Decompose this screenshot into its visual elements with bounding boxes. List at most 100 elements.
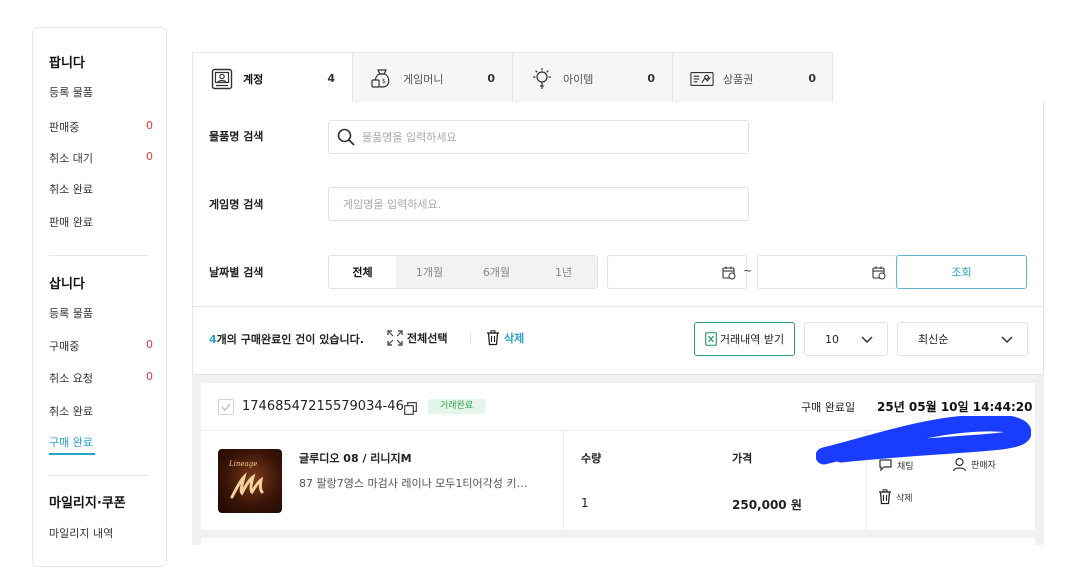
quantity-header: 수량 [581, 452, 602, 465]
tab-gift-card[interactable]: 상품권 0 [673, 53, 833, 104]
tab-account[interactable]: 계정 4 [193, 53, 353, 104]
game-search-field[interactable] [328, 187, 749, 221]
redaction-mark [816, 416, 1031, 465]
trash-icon [879, 489, 891, 505]
product-search-label: 물품명 검색 [209, 130, 264, 143]
divider [193, 306, 1044, 307]
period-1-year[interactable]: 1년 [530, 256, 597, 288]
tab-count: 0 [487, 72, 495, 85]
order-card [201, 538, 1035, 545]
calendar-icon[interactable] [722, 265, 736, 280]
quantity-value: 1 [581, 496, 589, 510]
sort-value: 최신순 [918, 333, 949, 346]
product-name[interactable]: 글루디오 08 / 리니지M [299, 450, 412, 466]
game-search-input[interactable] [343, 197, 748, 211]
game-search-label: 게임명 검색 [209, 198, 264, 211]
category-tabs: 계정 4 $ 게임머니 0 아이템 0 상품권 0 [192, 52, 833, 104]
sidebar-item-sold[interactable]: 판매 완료 [49, 214, 153, 230]
tab-game-money[interactable]: $ 게임머니 0 [353, 53, 513, 104]
count-badge: 0 [146, 150, 153, 163]
tab-count: 4 [327, 72, 335, 85]
select-all-label: 전체선택 [407, 332, 448, 345]
count-badge: 0 [146, 338, 153, 351]
calendar-icon[interactable] [872, 265, 886, 280]
tab-label: 게임머니 [403, 72, 444, 86]
excel-icon [704, 332, 717, 346]
trash-icon [486, 330, 500, 346]
chevron-down-icon [861, 334, 873, 347]
sidebar-item-purchase-complete[interactable]: 구매 완료 [49, 434, 95, 455]
completion-date: 25년 05월 10일 14:44:20 [877, 400, 1033, 414]
period-6-months[interactable]: 6개월 [463, 256, 530, 288]
sidebar-item-sell-registered[interactable]: 등록 물품 [49, 84, 153, 100]
sell-section-title: 팝니다 [49, 56, 85, 71]
completion-date-label: 구매 완료일 [801, 401, 856, 414]
select-all-button[interactable]: 전체선택 [387, 330, 447, 346]
delete-order-button[interactable]: 삭제 [878, 489, 913, 505]
download-history-button[interactable]: 거래내역 받기 [694, 322, 795, 356]
svg-text:$: $ [382, 78, 386, 85]
search-button[interactable]: 조회 [896, 255, 1027, 289]
page-size-select[interactable]: 10 [804, 322, 888, 356]
period-1-month[interactable]: 1개월 [396, 256, 463, 288]
sidebar-item-buy-cancel-request[interactable]: 취소 요청 0 [49, 370, 153, 386]
bulk-delete-button[interactable]: 삭제 [486, 330, 524, 346]
product-description: 87 팔랑7영스 마검사 레이나 모두1티어각성 키… [299, 477, 528, 490]
tab-count: 0 [808, 72, 816, 85]
status-badge: 거래완료 [428, 399, 486, 414]
start-date-field[interactable] [607, 255, 747, 289]
sidebar-item-buying[interactable]: 구매중 0 [49, 338, 153, 354]
result-summary: 4개의 구매완료인 건이 있습니다. [209, 331, 364, 347]
price-header: 가격 [732, 452, 753, 465]
sidebar-item-selling[interactable]: 판매중 0 [49, 119, 153, 135]
date-range-tilde: ~ [743, 264, 753, 277]
date-search-label: 날짜별 검색 [209, 266, 264, 279]
sidebar: 팝니다 등록 물품 판매중 0 취소 대기 0 취소 완료 판매 완료 삽니다 등록… [32, 27, 167, 567]
svg-text:Lineage: Lineage [228, 460, 257, 468]
check-icon [221, 403, 231, 411]
result-count: 4 [209, 333, 217, 346]
tab-label: 아이템 [563, 72, 594, 86]
sidebar-item-mileage-history[interactable]: 마일리지 내역 [49, 525, 153, 541]
divider [49, 255, 149, 256]
bulk-delete-label: 삭제 [504, 332, 525, 345]
expand-icon [387, 330, 403, 346]
divider [470, 332, 471, 344]
delete-order-label: 삭제 [896, 493, 913, 504]
sidebar-item-sell-cancel-done[interactable]: 취소 완료 [49, 181, 153, 197]
sort-select[interactable]: 최신순 [897, 322, 1028, 356]
money-bag-icon: $ [370, 67, 394, 91]
product-search-input[interactable] [362, 130, 748, 144]
divider [49, 475, 149, 476]
tab-count: 0 [647, 72, 655, 85]
download-history-label: 거래내역 받기 [719, 333, 785, 346]
gift-card-icon [690, 67, 714, 91]
result-summary-text: 개의 구매완료인 건이 있습니다. [216, 333, 364, 346]
item-icon [530, 67, 554, 91]
order-checkbox[interactable] [218, 399, 234, 415]
account-icon [210, 67, 234, 91]
mileage-section-title: 마일리지·쿠폰 [49, 496, 126, 511]
search-icon [337, 128, 355, 146]
order-number: 17468547215579034-46 [242, 399, 404, 414]
price-value: 250,000 원 [732, 498, 802, 512]
period-all[interactable]: 전체 [329, 256, 396, 288]
divider [563, 431, 564, 530]
chevron-down-icon [1001, 334, 1013, 347]
tab-item[interactable]: 아이템 0 [513, 53, 673, 104]
end-date-field[interactable] [757, 255, 897, 289]
period-selector: 전체 1개월 6개월 1년 [328, 255, 598, 289]
sidebar-item-sell-cancel-wait[interactable]: 취소 대기 0 [49, 150, 153, 166]
sidebar-item-buy-cancel-done[interactable]: 취소 완료 [49, 403, 153, 419]
page-size-value: 10 [825, 332, 839, 346]
tab-label: 상품권 [723, 72, 754, 86]
count-badge: 0 [146, 119, 153, 132]
product-search-field[interactable] [328, 120, 749, 154]
filter-panel: 물품명 검색 게임명 검색 날짜별 검색 전체 1개월 6개월 1년 ~ 조회 … [192, 102, 1044, 375]
tab-label: 계정 [243, 72, 264, 86]
copy-icon[interactable] [404, 400, 417, 419]
product-thumbnail[interactable]: Lineage [218, 449, 282, 513]
buy-section-title: 삽니다 [49, 277, 85, 292]
sidebar-item-buy-registered[interactable]: 등록 물품 [49, 305, 153, 321]
lineage-logo-icon: Lineage [228, 460, 264, 499]
